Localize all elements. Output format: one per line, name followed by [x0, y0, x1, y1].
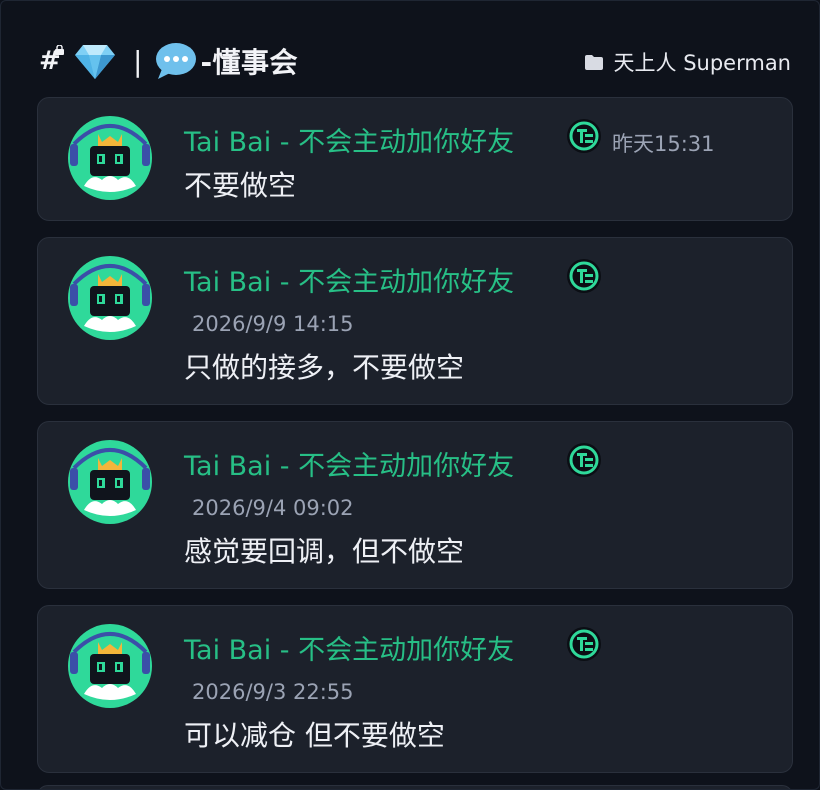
message-card[interactable]: Tai Bai - 不会主动加你好友 昨天15:31 不要做空: [37, 97, 793, 221]
chat-window: # | -懂事会 天上人 Superman Tai Bai - 不会主动加你好友…: [0, 0, 820, 790]
server-badge-icon: [567, 443, 601, 477]
message-card[interactable]: Tai Bai - 不会主动加你好友 2026/9/9 14:15 只做的接多，…: [37, 237, 793, 405]
message-text: 可以减仓 但不要做空: [184, 719, 445, 752]
message-timestamp: 2026/9/3 22:55: [192, 680, 354, 704]
message-author[interactable]: Tai Bai - 不会主动加你好友: [184, 120, 514, 159]
server-link[interactable]: 天上人 Superman: [584, 47, 791, 77]
folder-icon: [584, 55, 603, 70]
gem-icon: [75, 45, 115, 79]
server-badge-icon: [567, 627, 601, 661]
channel-header: # | -懂事会 天上人 Superman: [39, 37, 791, 85]
next-message-card-edge: [37, 785, 793, 789]
message-author[interactable]: Tai Bai - 不会主动加你好友: [184, 260, 514, 299]
avatar[interactable]: [66, 438, 154, 526]
server-badge-icon: [567, 259, 601, 293]
message-author[interactable]: Tai Bai - 不会主动加你好友: [184, 628, 514, 667]
message-text: 只做的接多，不要做空: [184, 351, 465, 384]
message-card[interactable]: Tai Bai - 不会主动加你好友 2026/9/3 22:55 可以减仓 但…: [37, 605, 793, 773]
server-name: 天上人 Superman: [613, 51, 791, 75]
message-timestamp: 昨天15:31: [612, 132, 715, 156]
message-card[interactable]: Tai Bai - 不会主动加你好友 2026/9/4 09:02 感觉要回调，…: [37, 421, 793, 589]
message-author[interactable]: Tai Bai - 不会主动加你好友: [184, 444, 514, 483]
avatar[interactable]: [66, 114, 154, 202]
message-timestamp: 2026/9/4 09:02: [192, 496, 354, 520]
message-timestamp: 2026/9/9 14:15: [192, 312, 354, 336]
title-separator: |: [133, 44, 143, 78]
private-channel-icon: #: [39, 45, 67, 75]
message-text: 感觉要回调，但不做空: [184, 535, 465, 568]
avatar[interactable]: [66, 622, 154, 710]
avatar[interactable]: [66, 254, 154, 342]
speech-bubble-icon: [156, 43, 197, 79]
channel-name: -懂事会: [200, 46, 299, 79]
message-text: 不要做空: [184, 169, 297, 202]
server-badge-icon: [567, 119, 601, 153]
channel-title: # | -懂事会: [39, 37, 298, 85]
lock-icon: [55, 45, 64, 55]
